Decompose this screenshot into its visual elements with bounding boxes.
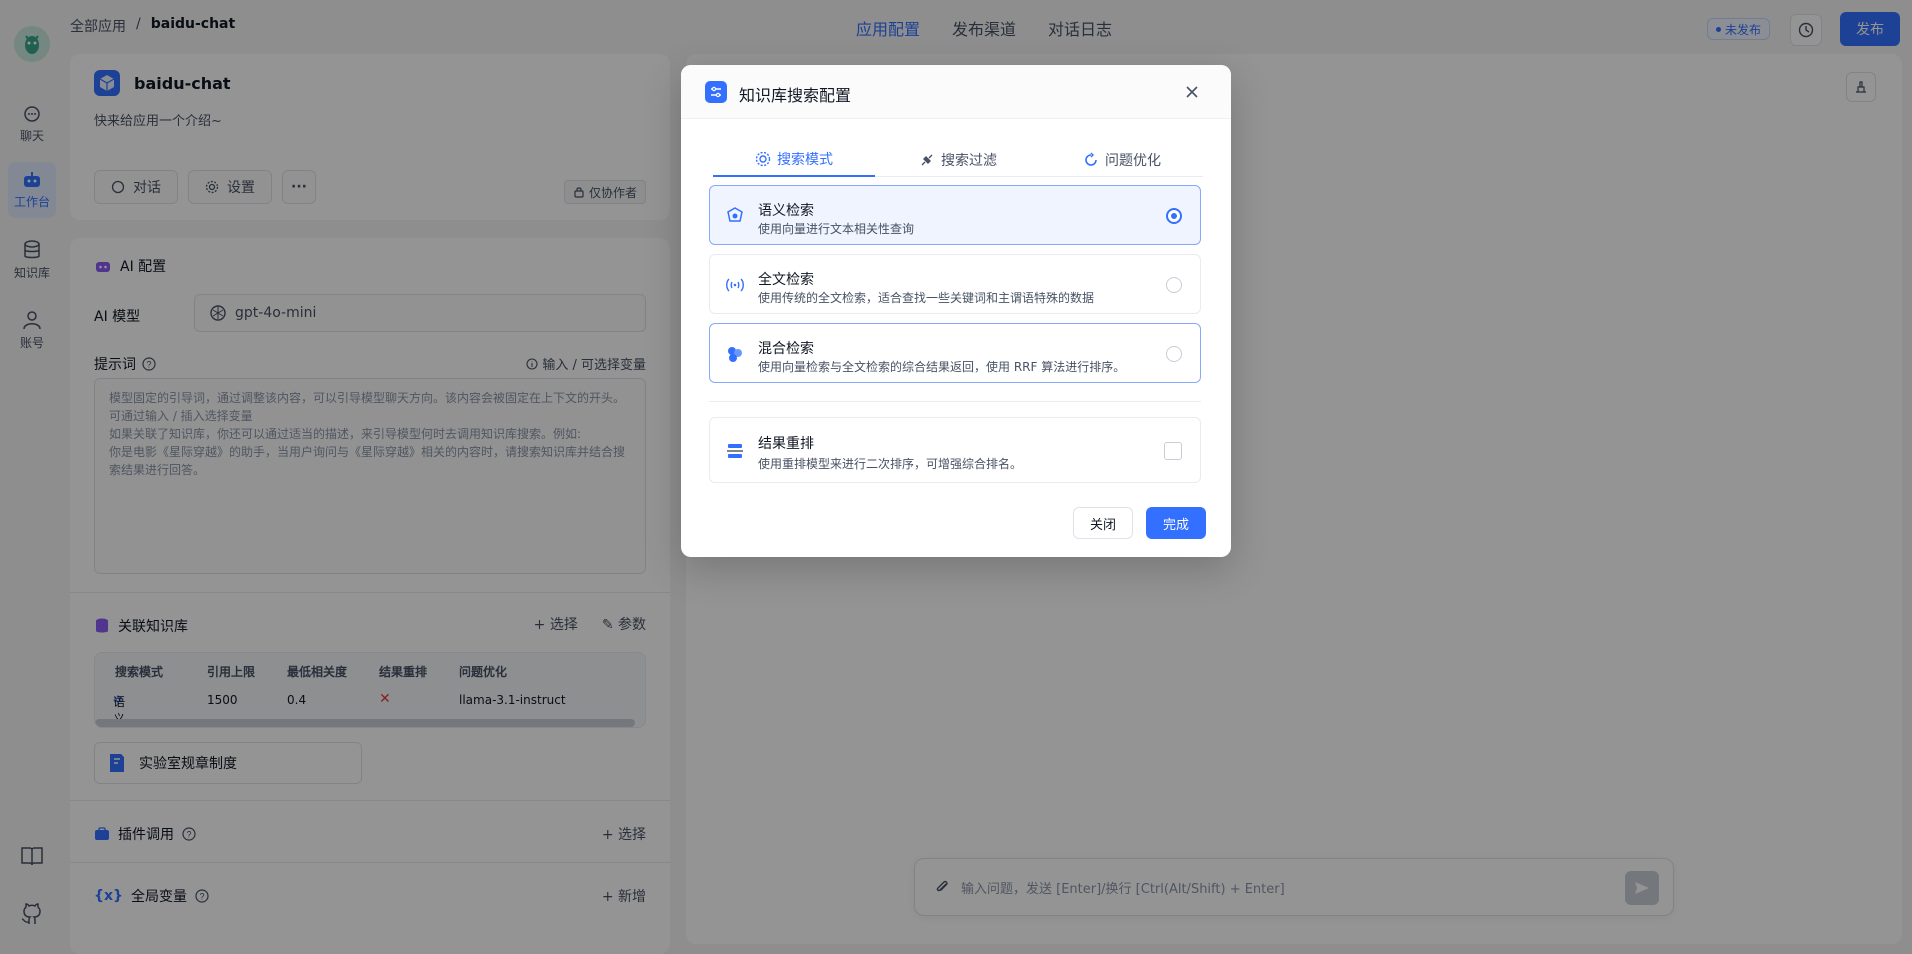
settings-sliders-icon xyxy=(705,81,727,103)
modal-close-button[interactable] xyxy=(1181,81,1203,103)
tab-question-optimize-label: 问题优化 xyxy=(1105,153,1161,169)
mixed-search-icon xyxy=(724,343,746,365)
gear-icon xyxy=(755,151,771,167)
tab-search-mode-label: 搜索模式 xyxy=(777,152,833,168)
option-rerank-desc: 使用重排模型来进行二次排序，可增强综合排名。 xyxy=(758,457,1023,471)
modal-header: 知识库搜索配置 xyxy=(681,65,1231,119)
plug-icon xyxy=(921,154,933,166)
tab-question-optimize[interactable]: 问题优化 xyxy=(1041,143,1203,177)
option-mixed-title: 混合检索 xyxy=(758,341,814,357)
search-config-modal: 知识库搜索配置 搜索模式 搜索过滤 问题优化 语义检索 使用向量进行文本相关性查… xyxy=(681,65,1231,557)
modal-cancel-button[interactable]: 关闭 xyxy=(1073,507,1133,539)
option-rerank[interactable]: 结果重排 使用重排模型来进行二次排序，可增强综合排名。 xyxy=(709,417,1201,483)
refresh-icon xyxy=(1085,152,1097,166)
option-fulltext-desc: 使用传统的全文检索，适合查找一些关键词和主谓语特殊的数据 xyxy=(758,291,1095,305)
option-fulltext-title: 全文检索 xyxy=(758,272,814,288)
radio-fulltext[interactable] xyxy=(1166,277,1182,293)
modal-divider xyxy=(709,401,1201,402)
option-semantic-search[interactable]: 语义检索 使用向量进行文本相关性查询 xyxy=(709,185,1201,245)
fulltext-search-icon xyxy=(724,274,746,296)
option-semantic-title: 语义检索 xyxy=(758,203,814,219)
close-icon xyxy=(1186,86,1198,98)
option-mixed-desc: 使用向量检索与全文检索的综合结果返回，使用 RRF 算法进行排序。 xyxy=(758,360,1126,374)
option-semantic-desc: 使用向量进行文本相关性查询 xyxy=(758,222,915,236)
semantic-search-icon xyxy=(724,205,746,227)
rerank-icon xyxy=(724,440,746,462)
modal-title: 知识库搜索配置 xyxy=(739,86,852,105)
radio-semantic[interactable] xyxy=(1166,208,1182,224)
tab-search-filter[interactable]: 搜索过滤 xyxy=(877,143,1039,177)
tab-search-mode[interactable]: 搜索模式 xyxy=(713,143,875,177)
modal-done-button[interactable]: 完成 xyxy=(1146,507,1206,539)
rerank-checkbox[interactable] xyxy=(1164,442,1182,460)
option-rerank-title: 结果重排 xyxy=(758,436,814,452)
modal-tabs: 搜索模式 搜索过滤 问题优化 xyxy=(713,143,1203,177)
tab-search-filter-label: 搜索过滤 xyxy=(941,153,997,169)
option-fulltext-search[interactable]: 全文检索 使用传统的全文检索，适合查找一些关键词和主谓语特殊的数据 xyxy=(709,254,1201,314)
radio-mixed[interactable] xyxy=(1166,346,1182,362)
option-mixed-search[interactable]: 混合检索 使用向量检索与全文检索的综合结果返回，使用 RRF 算法进行排序。 xyxy=(709,323,1201,383)
